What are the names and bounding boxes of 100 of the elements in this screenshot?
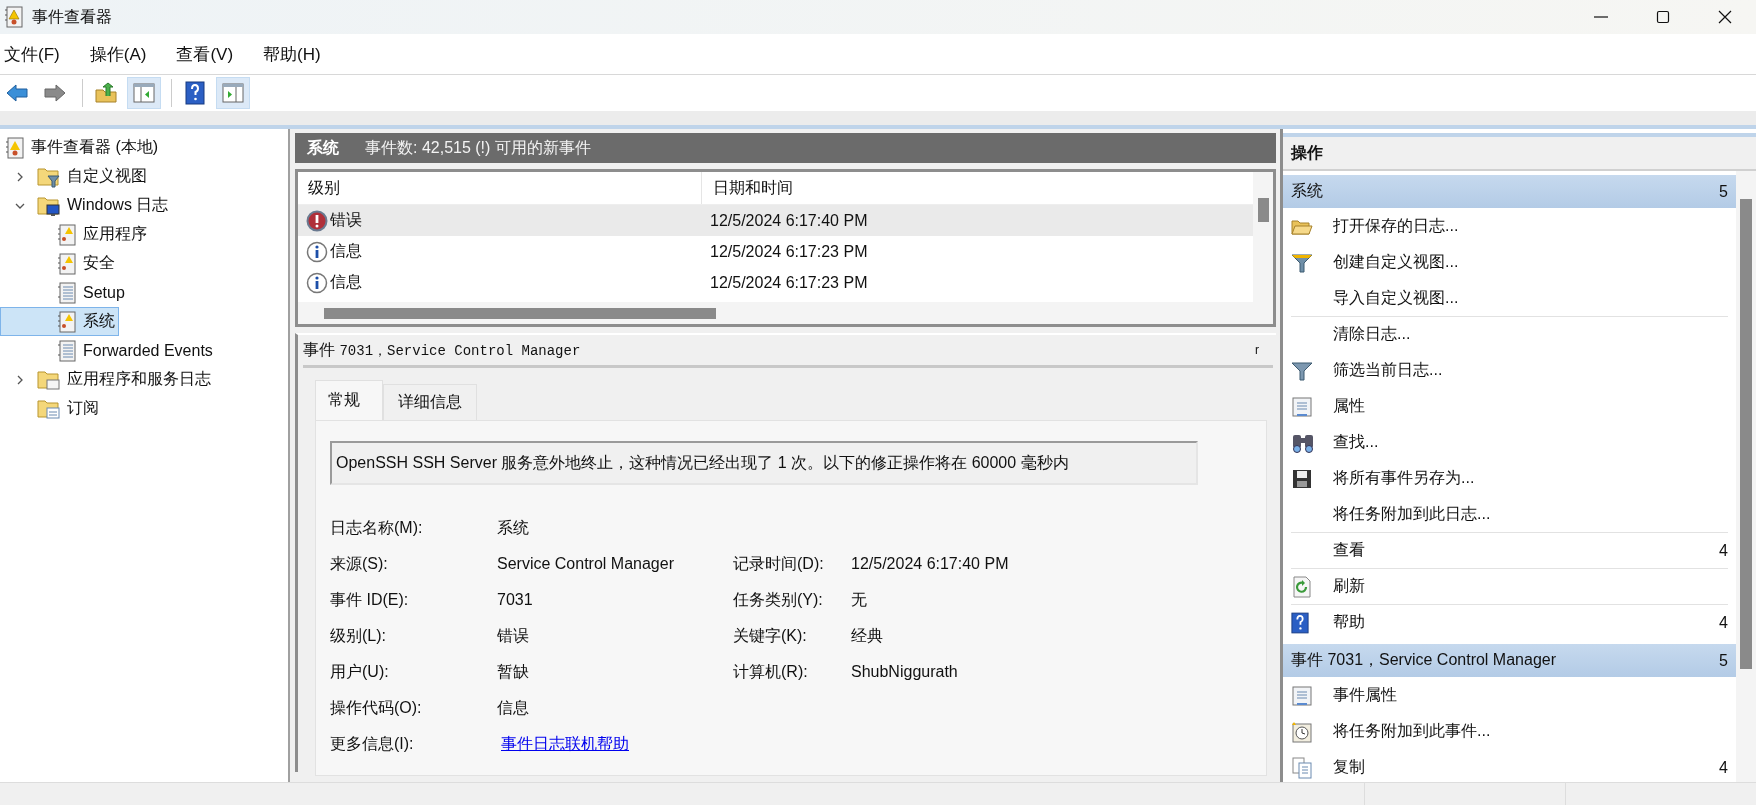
pane-right-icon (221, 82, 245, 104)
action-item[interactable]: 查看 4 (1291, 532, 1728, 568)
pane-close-glyph[interactable]: r (1255, 343, 1259, 357)
action-item[interactable]: 复制 4 (1291, 749, 1728, 782)
tree-item[interactable]: 安全 (0, 249, 119, 278)
action-item[interactable]: 筛选当前日志... (1291, 352, 1728, 388)
maximize-icon (1655, 9, 1671, 25)
action-item[interactable]: 将任务附加到此日志... (1291, 496, 1728, 532)
menu-item[interactable]: 操作(A) (85, 42, 161, 66)
event-row[interactable]: 信息 12/5/2024 6:17:23 PM (298, 267, 1253, 298)
action-item[interactable]: 查找... (1291, 424, 1728, 460)
action-item[interactable]: 打开保存的日志... (1291, 208, 1728, 244)
field-label: 日志名称(M): (330, 518, 424, 538)
log-book-icon (57, 223, 77, 246)
window-title: 事件查看器 (32, 6, 112, 27)
menu-item[interactable]: 帮助(H) (259, 42, 335, 66)
help-icon (1291, 611, 1309, 634)
severity-text: 信息 (330, 272, 362, 292)
severity-text: 错误 (330, 210, 362, 230)
field-value: 经典 (851, 626, 884, 646)
tree-item[interactable]: 系统 (0, 307, 119, 336)
field-value: 信息 (497, 698, 530, 718)
event-count: 事件数: 42,515 (!) 可用的新事件 (365, 137, 591, 158)
properties-icon (1291, 684, 1313, 707)
section-header[interactable]: 系统 5 (1283, 175, 1736, 208)
section-header[interactable]: 事件 7031，Service Control Manager 5 (1283, 644, 1736, 677)
action-item[interactable]: 帮助 4 (1291, 604, 1728, 640)
datetime-cell-text: 12/5/2024 6:17:23 PM (709, 273, 869, 292)
tree-item[interactable]: 应用程序 (0, 220, 151, 249)
vertical-scrollbar[interactable] (1253, 172, 1273, 324)
event-viewer-app-icon (4, 6, 24, 28)
event-title: 事件 7031，Service Control Manager (303, 339, 581, 361)
datetime-cell-text: 12/5/2024 6:17:40 PM (709, 211, 869, 230)
tree-item[interactable]: 应用程序和服务日志 (0, 365, 215, 394)
vertical-scrollbar[interactable] (1736, 171, 1756, 782)
tree-item[interactable]: 订阅 (0, 394, 103, 423)
column-header[interactable]: 日期和时间 (702, 172, 1253, 204)
action-item[interactable]: 清除日志... (1291, 316, 1728, 352)
info-icon (306, 240, 328, 263)
action-pane-toggle[interactable] (216, 77, 250, 109)
menu-item[interactable]: 文件(F) (0, 42, 74, 66)
field-label: 事件 ID(E): (330, 590, 410, 610)
event-row[interactable]: 信息 12/5/2024 6:17:23 PM (298, 236, 1253, 267)
help-link[interactable]: 事件日志联机帮助 (501, 735, 629, 752)
field-value: Service Control Manager (497, 554, 675, 574)
action-item[interactable]: 导入自定义视图... (1291, 280, 1728, 316)
info-icon (306, 271, 328, 294)
field-value: 错误 (497, 626, 530, 646)
submenu-glyph: 4 (1719, 758, 1728, 777)
folder-calendar-icon (37, 397, 61, 420)
field-label: 来源(S): (330, 554, 389, 574)
tree-item[interactable]: 自定义视图 (0, 162, 151, 191)
error-icon (306, 209, 328, 232)
tab[interactable]: 详细信息 (383, 384, 477, 420)
field-label: 计算机(R): (733, 662, 809, 682)
log-page-icon (57, 281, 77, 304)
tree-item[interactable]: Windows 日志 (0, 191, 173, 220)
tree-pane-toggle[interactable] (127, 77, 161, 109)
pane-title: 系统 (307, 137, 339, 158)
section-title: 事件 7031，Service Control Manager (1291, 650, 1556, 670)
folder-funnel-icon (37, 165, 61, 188)
field-value: 无 (851, 590, 868, 610)
event-row[interactable]: 错误 12/5/2024 6:17:40 PM (298, 205, 1253, 236)
folder-monitor-icon (37, 194, 61, 217)
copy-icon (1291, 756, 1313, 779)
column-header[interactable]: 级别 (298, 172, 702, 204)
expand-glyph: 5 (1719, 651, 1728, 670)
action-item[interactable]: 将所有事件另存为... (1291, 460, 1728, 496)
actions-header: 操作 (1283, 133, 1756, 171)
field-label: 用户(U): (330, 662, 390, 682)
tree-item[interactable]: Setup (0, 278, 129, 307)
help-icon (185, 81, 205, 105)
field-value: 12/5/2024 6:17:40 PM (851, 554, 1010, 574)
pane-left-icon (132, 82, 156, 104)
submenu-glyph: 4 (1719, 613, 1728, 632)
log-page-icon (57, 339, 77, 362)
field-label: 记录时间(D): (733, 554, 825, 574)
action-item[interactable]: 事件属性 (1291, 677, 1728, 713)
back-arrow-icon (5, 83, 29, 103)
action-item[interactable]: 属性 (1291, 388, 1728, 424)
properties-icon (1291, 395, 1313, 418)
action-item[interactable]: 创建自定义视图... (1291, 244, 1728, 280)
action-item[interactable]: 将任务附加到此事件... (1291, 713, 1728, 749)
tree-item[interactable]: Forwarded Events (0, 336, 217, 365)
tree-item[interactable]: 事件查看器 (本地) (0, 133, 163, 162)
action-item[interactable]: 刷新 (1291, 568, 1728, 604)
menu-item[interactable]: 查看(V) (172, 42, 248, 66)
submenu-glyph: 4 (1719, 541, 1728, 560)
folder-icon (37, 368, 61, 391)
log-book-icon (57, 252, 77, 275)
field-value: 系统 (497, 518, 530, 538)
tab[interactable]: 常规 (315, 380, 383, 420)
field-label: 任务类别(Y): (733, 590, 824, 610)
minimize-icon (1594, 16, 1608, 18)
refresh-icon (1291, 575, 1313, 598)
message-field[interactable]: OpenSSH SSH Server 服务意外地终止，这种情况已经出现了 1 次。以下的修正操作将在 60000 毫秒内 (330, 441, 1198, 485)
horizontal-scrollbar[interactable] (298, 302, 1253, 324)
field-label: 更多信息(I): (330, 734, 415, 754)
log-book-icon (5, 136, 25, 159)
expand-glyph: 5 (1719, 182, 1728, 201)
